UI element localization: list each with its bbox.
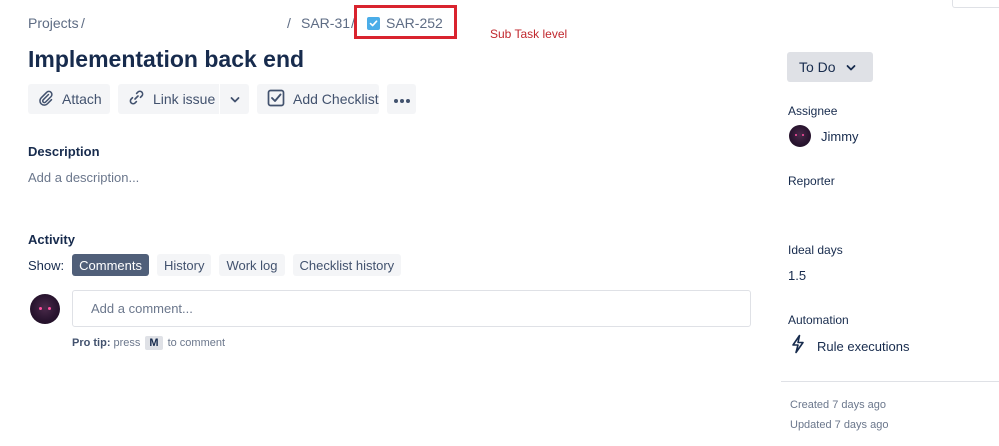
link-icon [128, 89, 145, 109]
status-dropdown[interactable]: To Do [787, 52, 873, 82]
comment-input[interactable]: Add a comment... [72, 290, 751, 327]
description-heading: Description [28, 144, 100, 159]
link-issue-dropdown[interactable] [220, 84, 249, 114]
comment-placeholder: Add a comment... [91, 301, 193, 316]
attach-label: Attach [62, 91, 102, 107]
description-field[interactable]: Add a description... [28, 170, 139, 185]
protip-label: Pro tip: [72, 337, 111, 349]
ideal-days-value[interactable]: 1.5 [788, 268, 806, 283]
breadcrumb-parent-issue[interactable]: SAR-31 [301, 13, 350, 33]
automation-label: Automation [788, 313, 849, 327]
ideal-days-label: Ideal days [788, 243, 843, 257]
show-label: Show: [28, 257, 65, 273]
protip-key: M [145, 336, 163, 350]
current-user-avatar [30, 294, 60, 324]
annotation-note: Sub Task level [490, 27, 568, 41]
issue-title[interactable]: Implementation back end [28, 46, 304, 73]
filter-work-log[interactable]: Work log [219, 254, 285, 276]
assignee-avatar [789, 125, 811, 147]
sidebar-divider [781, 381, 999, 382]
comment-protip: Pro tip: press M to comment [72, 336, 225, 350]
more-actions-button[interactable] [387, 84, 416, 114]
filter-comments[interactable]: Comments [72, 254, 149, 276]
link-issue-button[interactable]: Link issue [118, 84, 219, 114]
reporter-label: Reporter [788, 174, 835, 188]
breadcrumb-separator: / [81, 15, 85, 31]
add-checklist-label: Add Checklist [293, 91, 379, 107]
rule-executions-label: Rule executions [817, 339, 910, 354]
updated-timestamp: Updated 7 days ago [790, 419, 889, 431]
add-checklist-button[interactable]: Add Checklist [257, 84, 379, 114]
filter-history[interactable]: History [157, 254, 212, 276]
more-icon [393, 91, 411, 107]
breadcrumb-projects[interactable]: Projects [28, 13, 79, 33]
breadcrumb-current-issue[interactable]: SAR-252 [367, 13, 443, 33]
rule-executions-link[interactable]: Rule executions [790, 334, 910, 359]
created-timestamp: Created 7 days ago [790, 399, 887, 411]
panel-corner [952, 0, 999, 8]
lightning-bolt-icon [790, 334, 806, 359]
chevron-down-icon [846, 59, 856, 75]
chevron-down-icon [230, 91, 240, 107]
subtask-checkbox-icon [367, 16, 380, 30]
protip-suffix: to comment [167, 337, 226, 349]
activity-heading: Activity [28, 232, 75, 247]
activity-filter-bar: Show: Comments History Work log Checklis… [28, 254, 409, 276]
paperclip-icon [38, 90, 54, 109]
filter-checklist-history[interactable]: Checklist history [292, 254, 402, 276]
protip-press: press [113, 337, 141, 349]
status-label: To Do [799, 59, 836, 75]
breadcrumb-separator: / [287, 15, 291, 31]
attach-button[interactable]: Attach [28, 84, 110, 114]
link-issue-label: Link issue [153, 91, 216, 107]
assignee-label: Assignee [788, 104, 838, 118]
checklist-icon [267, 89, 285, 110]
breadcrumb-current-key: SAR-252 [386, 15, 443, 31]
assignee-name[interactable]: Jimmy [821, 129, 859, 144]
